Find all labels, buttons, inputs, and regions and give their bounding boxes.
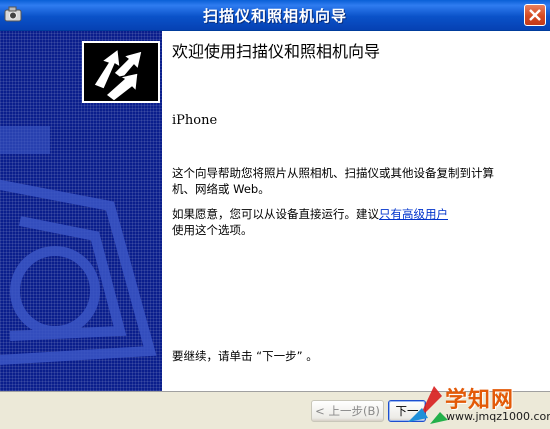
hint-line-1: 如果愿意，您可以从设备直接运行。建议只有高级用户 — [172, 206, 522, 222]
continue-text: 要继续，请单击 “下一步” 。 — [172, 349, 318, 363]
arrows-icon — [93, 47, 143, 102]
close-button[interactable] — [524, 4, 546, 26]
device-name: iPhone — [172, 113, 218, 128]
description-text: 这个向导帮助您将照片从照相机、扫描仪或其他设备复制到计算 机、网络或 Web。 — [172, 165, 522, 197]
hint-line-2: 使用这个选项。 — [172, 223, 253, 237]
advanced-users-link[interactable]: 只有高级用户 — [379, 207, 448, 221]
page-title: 欢迎使用扫描仪和照相机向导 — [172, 42, 381, 61]
description-line-2: 机、网络或 Web。 — [172, 182, 270, 196]
hint-prefix: 如果愿意，您可以从设备直接运行。建议 — [172, 207, 379, 221]
back-button[interactable]: < 上一步(B) — [311, 400, 384, 422]
wizard-logo-icon — [82, 41, 160, 103]
watermark-url: www.jmqz1000.com — [446, 410, 550, 423]
close-icon — [529, 9, 541, 21]
title-bar[interactable]: 扫描仪和照相机向导 — [0, 0, 550, 31]
window-title: 扫描仪和照相机向导 — [202, 7, 347, 25]
description-line-1: 这个向导帮助您将照片从照相机、扫描仪或其他设备复制到计算 — [172, 166, 494, 180]
hint-text: 如果愿意，您可以从设备直接运行。建议只有高级用户 使用这个选项。 — [172, 206, 522, 238]
